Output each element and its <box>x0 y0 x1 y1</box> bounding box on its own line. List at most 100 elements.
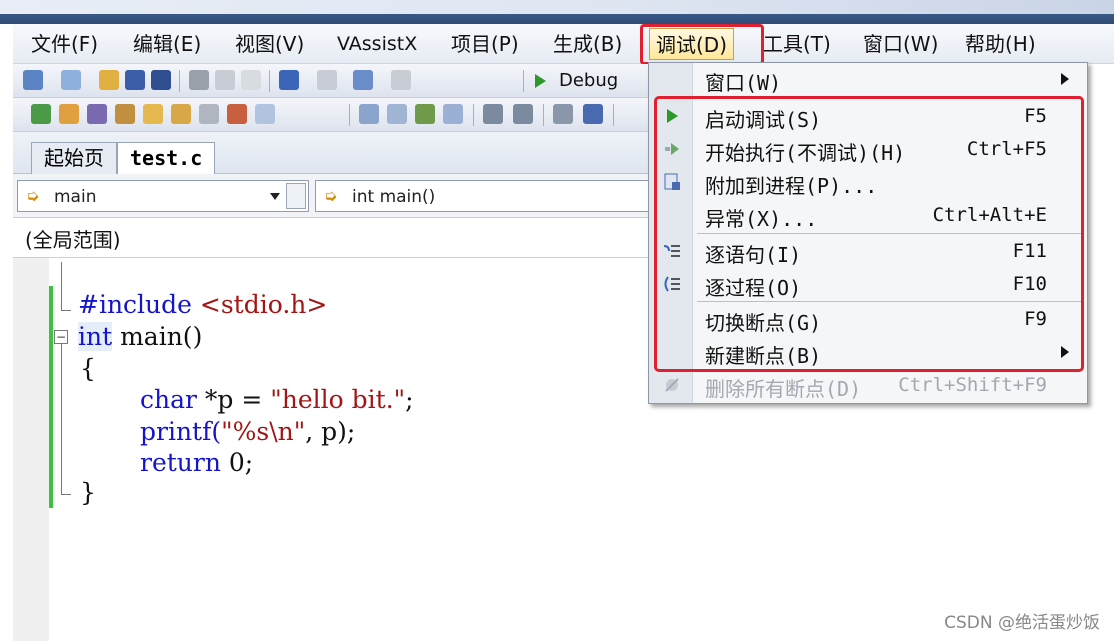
spin-button[interactable] <box>286 183 306 209</box>
format-string: "%s\n" <box>221 417 306 446</box>
cut-icon[interactable] <box>189 70 209 90</box>
delete-breakpoints-icon <box>663 376 681 394</box>
new-project-icon[interactable] <box>23 70 43 90</box>
navigation-bar: ➭ main ➭ int main() <box>13 174 649 218</box>
semicolon: ; <box>405 385 414 414</box>
menu-build[interactable]: 生成(B) <box>547 28 628 60</box>
arrow-right-icon: ➭ <box>324 186 338 205</box>
menu-tools[interactable]: 工具(T) <box>757 28 837 60</box>
function-signature: main() <box>112 322 203 351</box>
debug-menu-highlight-box <box>640 24 764 65</box>
menu-vassistx[interactable]: VAssistX <box>331 28 423 60</box>
keyword-return: return <box>140 448 221 477</box>
open-folder-icon[interactable] <box>99 70 119 90</box>
menu-view[interactable]: 视图(V) <box>229 28 310 60</box>
outdent-icon[interactable] <box>483 104 503 124</box>
checkmark-icon[interactable] <box>31 104 51 124</box>
return-value: 0; <box>220 448 254 477</box>
chevron-down-icon[interactable] <box>270 193 280 200</box>
menu-item-delete-all-breakpoints: 删除所有断点(D) Ctrl+Shift+F9 <box>649 369 1087 402</box>
tab-start-page[interactable]: 起始页 <box>31 142 117 174</box>
hierarchy-icon[interactable] <box>171 104 191 124</box>
code-line-printf: printf("%s\n", p); <box>140 417 355 446</box>
fold-line <box>61 344 62 494</box>
keyword-int: int <box>78 322 113 351</box>
word-complete-icon[interactable] <box>415 104 435 124</box>
add-item-icon[interactable] <box>61 70 81 90</box>
text-editor-icon[interactable] <box>359 104 379 124</box>
keyword-char: char <box>140 385 197 414</box>
arrow-right-icon: ➭ <box>26 186 40 205</box>
standard-toolbar: Debug <box>13 64 649 98</box>
toolbar-separator <box>269 70 270 92</box>
menu-item-label: 窗口(W) <box>705 71 782 95</box>
comment-icon[interactable] <box>553 104 573 124</box>
vassistx-toolbar <box>13 98 649 132</box>
copy-icon[interactable] <box>215 70 235 90</box>
title-bar-highlight <box>0 0 1114 14</box>
function-combo[interactable]: ➭ int main() <box>315 180 649 212</box>
code-line-char-decl: char *p = "hello bit."; <box>140 385 414 414</box>
menu-file[interactable]: 文件(F) <box>25 28 104 60</box>
fold-line <box>61 262 62 310</box>
menu-item-label: 删除所有断点(D) <box>705 377 862 401</box>
navigate-forward-icon[interactable] <box>391 70 411 90</box>
menu-item-windows[interactable]: 窗口(W) <box>649 63 1087 96</box>
fold-toggle-icon[interactable]: − <box>54 330 68 344</box>
fold-line <box>61 494 71 495</box>
toolbar-separator <box>543 104 544 126</box>
open-file-icon[interactable] <box>59 104 79 124</box>
toolbar-separator <box>473 104 474 126</box>
watermark: CSDN @绝活蛋炒饭 <box>944 613 1100 633</box>
printf-args: , p); <box>305 417 356 446</box>
scope-combo[interactable]: ➭ main <box>17 180 309 212</box>
menu-edit[interactable]: 编辑(E) <box>127 28 207 60</box>
scope-label: (全局范围) <box>25 228 121 252</box>
uncomment-icon[interactable] <box>583 104 603 124</box>
code-line-main: int main() <box>78 322 202 351</box>
preprocessor-directive: #include <box>78 290 192 319</box>
toolbar-separator <box>349 104 350 126</box>
change-tracking-bar <box>49 286 53 508</box>
function-combo-value: int main() <box>352 187 436 207</box>
find-symbol-icon[interactable] <box>87 104 107 124</box>
brace-match-icon[interactable] <box>199 104 219 124</box>
editor-gutter <box>13 258 49 641</box>
paste-icon[interactable] <box>241 70 261 90</box>
menu-window[interactable]: 窗口(W) <box>857 28 944 60</box>
code-line-close-brace: } <box>80 478 96 507</box>
start-debugging-icon[interactable] <box>535 74 546 88</box>
spell-check-icon[interactable] <box>227 104 247 124</box>
tab-test-c[interactable]: test.c <box>117 142 216 174</box>
navigate-backward-icon[interactable] <box>353 70 373 90</box>
outline-icon[interactable] <box>143 104 163 124</box>
string-literal: "hello bit." <box>270 385 406 414</box>
fold-line <box>61 310 71 311</box>
font-size-icon[interactable] <box>443 104 463 124</box>
save-icon[interactable] <box>125 70 145 90</box>
paste-history-icon[interactable] <box>255 104 275 124</box>
indent-icon[interactable] <box>513 104 533 124</box>
submenu-arrow-icon <box>1061 73 1069 85</box>
redo-icon[interactable] <box>317 70 337 90</box>
debug-items-highlight-box <box>654 96 1084 372</box>
header-name: <stdio.h> <box>199 290 328 319</box>
menu-project[interactable]: 项目(P) <box>445 28 525 60</box>
code-line-include: #include <stdio.h> <box>78 290 327 319</box>
menu-item-shortcut: Ctrl+Shift+F9 <box>898 374 1047 396</box>
declaration-text: *p = <box>196 385 271 414</box>
references-icon[interactable] <box>115 104 135 124</box>
quick-info-icon[interactable] <box>387 104 407 124</box>
document-tab-strip: 起始页 test.c <box>13 132 649 174</box>
toolbar-separator <box>523 70 524 92</box>
code-line-return: return 0; <box>140 448 253 477</box>
solution-config-combo[interactable]: Debug <box>559 70 618 91</box>
undo-icon[interactable] <box>279 70 299 90</box>
save-all-icon[interactable] <box>151 70 171 90</box>
menu-help[interactable]: 帮助(H) <box>959 28 1042 60</box>
function-printf: printf( <box>140 417 222 446</box>
scope-bar: (全局范围) <box>13 218 649 258</box>
toolbar-separator <box>613 104 614 126</box>
code-line-open-brace: { <box>80 354 96 383</box>
toolbar-separator <box>179 70 180 92</box>
